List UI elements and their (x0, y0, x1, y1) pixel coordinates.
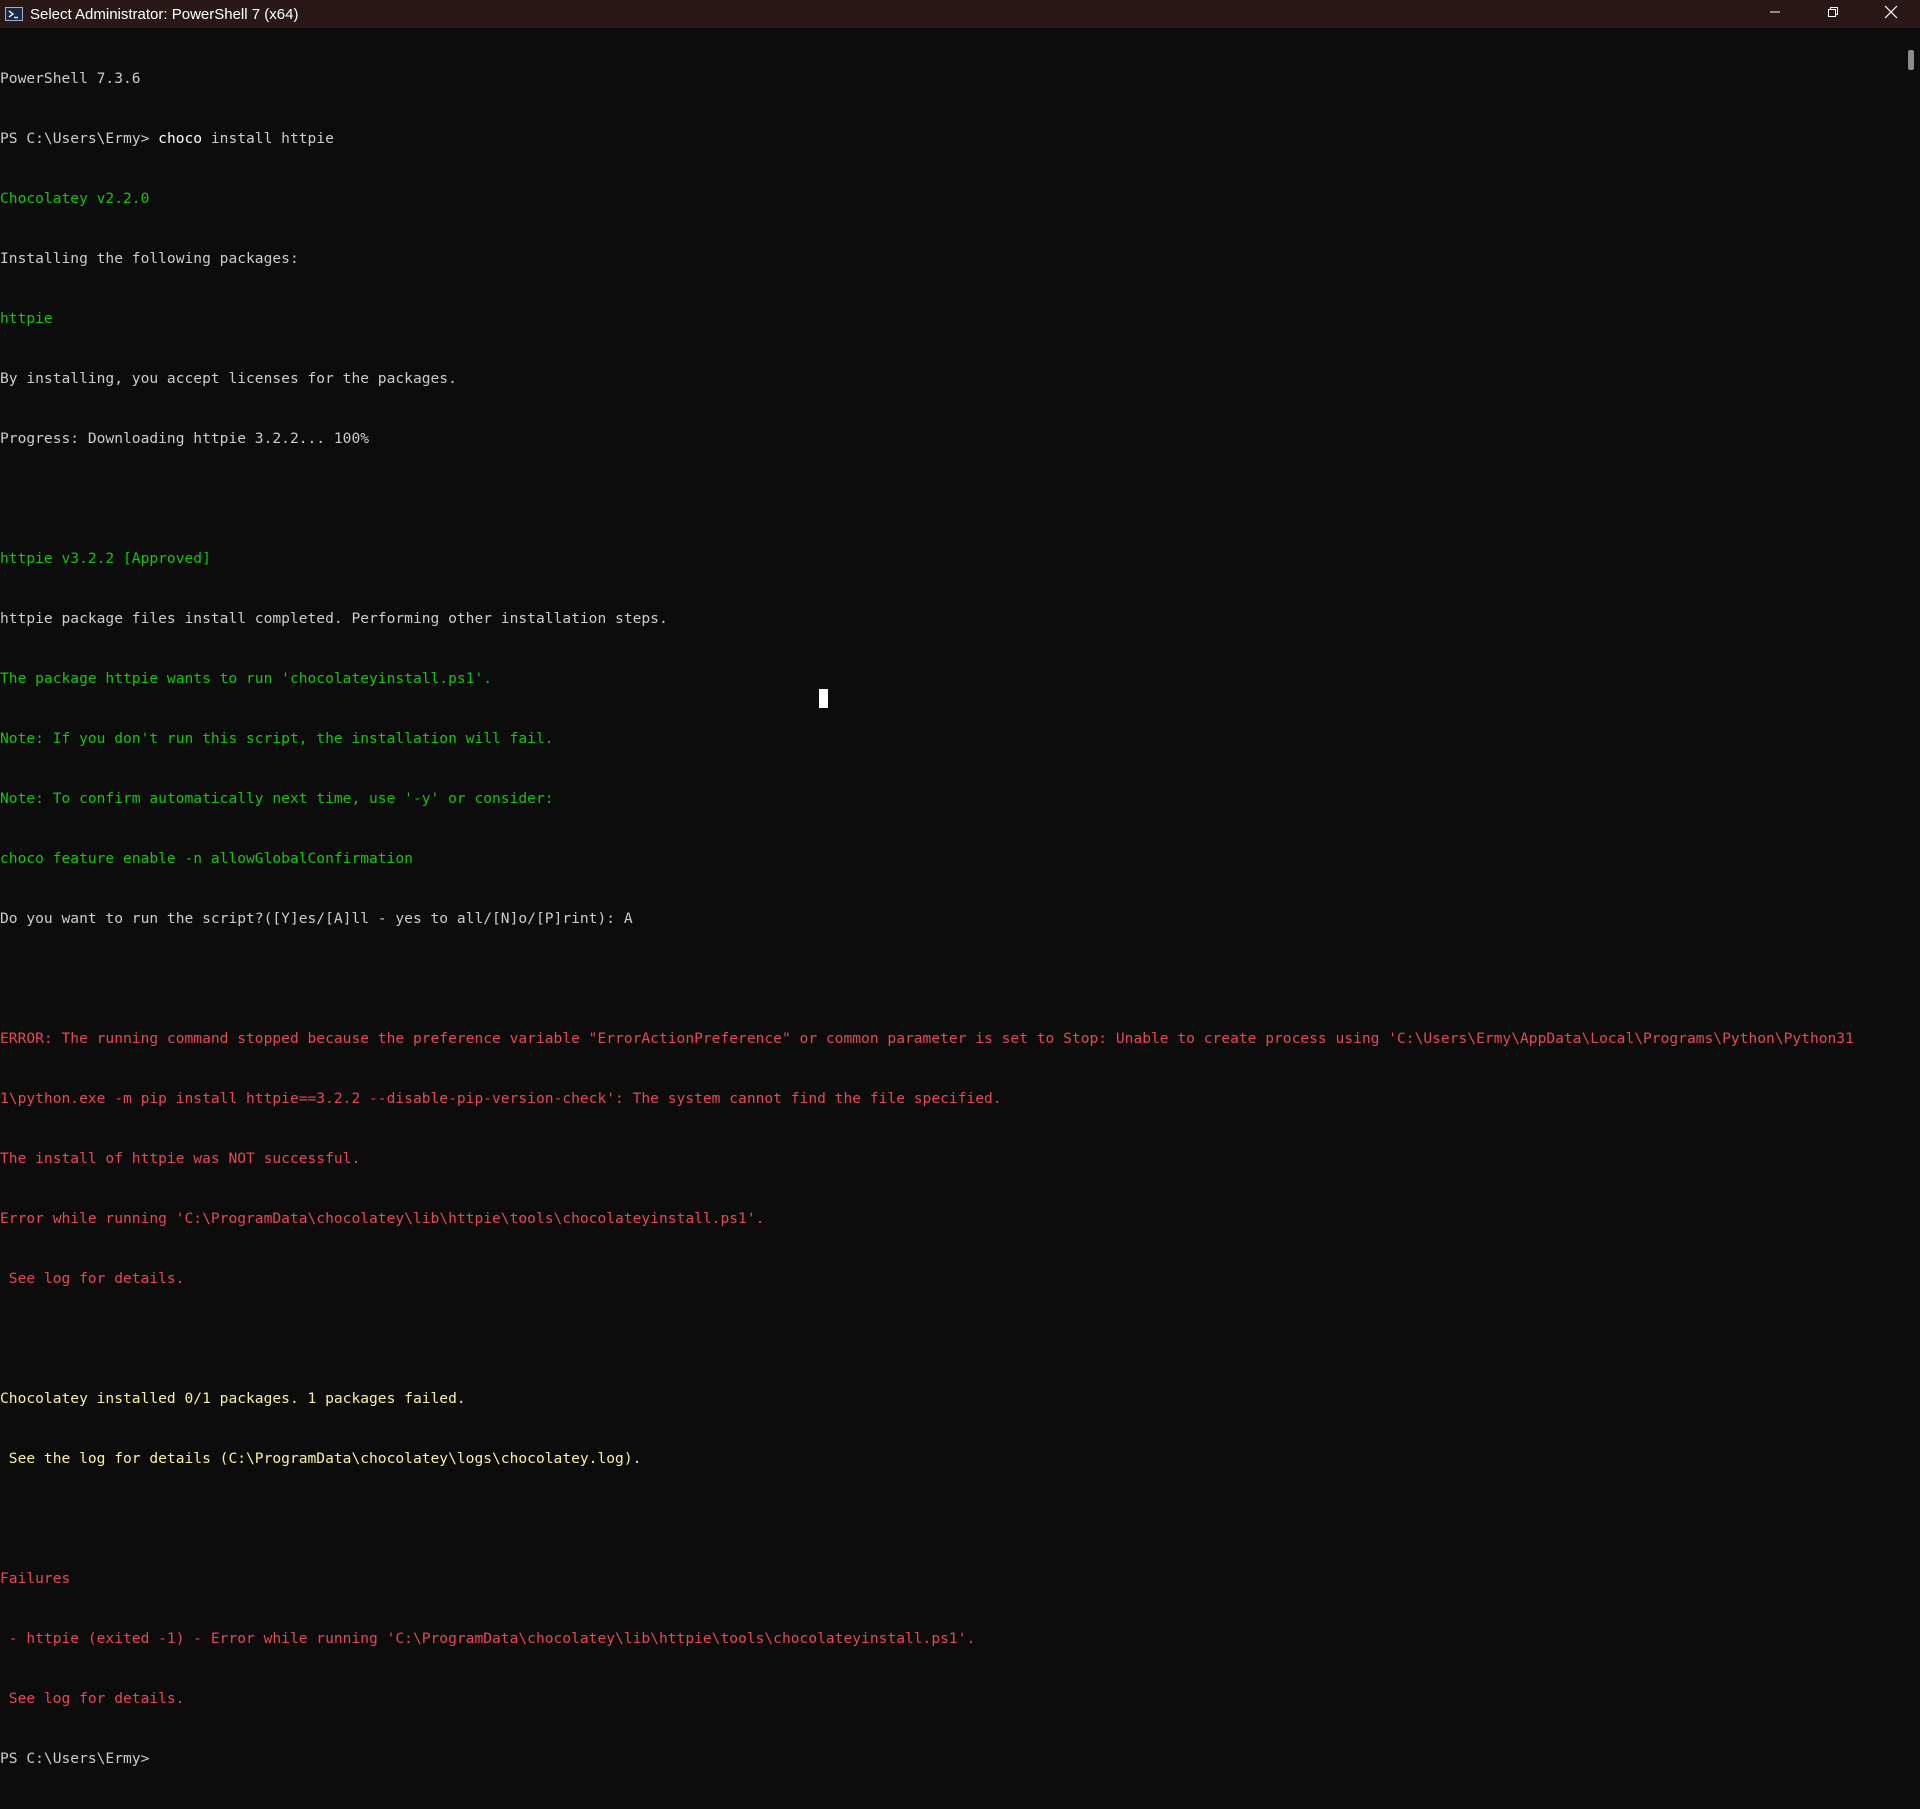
error-line: Failures (0, 1570, 71, 1587)
terminal-line-command: PS C:\Users\Ermy> choco install httpie (0, 129, 1900, 149)
minimize-button[interactable] (1746, 0, 1804, 28)
command-args: install httpie (202, 130, 334, 147)
error-line: ERROR: The running command stopped becau… (0, 1030, 1854, 1047)
command-keyword: choco (158, 130, 203, 147)
error-line: The install of httpie was NOT successful… (0, 1150, 361, 1167)
window-title: Select Administrator: PowerShell 7 (x64) (30, 5, 299, 23)
maximize-button[interactable] (1804, 0, 1862, 28)
terminal-line: Do you want to run the script?([Y]es/[A]… (0, 910, 633, 927)
error-line: - httpie (exited -1) - Error while runni… (0, 1630, 976, 1647)
warning-line: See the log for details (C:\ProgramData\… (0, 1450, 642, 1467)
terminal-line: Note: To confirm automatically next time… (0, 790, 554, 807)
terminal-line: httpie v3.2.2 [Approved] (0, 550, 211, 567)
error-line: See log for details. (0, 1690, 185, 1707)
minimize-icon (1769, 5, 1781, 23)
powershell-icon (4, 6, 24, 22)
error-line: 1\python.exe -m pip install httpie==3.2.… (0, 1090, 1002, 1107)
text-cursor (819, 689, 828, 708)
close-button[interactable] (1862, 0, 1920, 28)
terminal-line: choco feature enable -n allowGlobalConfi… (0, 850, 413, 867)
error-line: See log for details. (0, 1270, 185, 1287)
error-line: Error while running 'C:\ProgramData\choc… (0, 1210, 765, 1227)
terminal-line: By installing, you accept licenses for t… (0, 370, 457, 387)
window-controls (1746, 0, 1920, 28)
current-prompt[interactable]: PS C:\Users\Ermy> (0, 1749, 1900, 1769)
terminal-line: Installing the following packages: (0, 250, 299, 267)
terminal-line: Progress: Downloading httpie 3.2.2... 10… (0, 430, 370, 447)
powershell-window: Select Administrator: PowerShell 7 (x64) (0, 0, 1920, 1767)
terminal-line: Chocolatey v2.2.0 (0, 190, 150, 207)
terminal-output[interactable]: PowerShell 7.3.6 PS C:\Users\Ermy> choco… (0, 29, 1900, 1767)
restore-icon (1827, 5, 1839, 23)
close-icon (1884, 5, 1898, 24)
terminal-line: Note: If you don't run this script, the … (0, 730, 554, 747)
prompt-text: PS C:\Users\Ermy> (0, 130, 159, 147)
warning-line: Chocolatey installed 0/1 packages. 1 pac… (0, 1390, 466, 1407)
terminal-line: httpie (0, 310, 53, 327)
terminal-line: The package httpie wants to run 'chocola… (0, 670, 493, 687)
scrollbar-thumb[interactable] (1908, 50, 1914, 70)
title-bar[interactable]: Select Administrator: PowerShell 7 (x64) (0, 0, 1920, 28)
terminal-line: httpie package files install completed. … (0, 610, 668, 627)
terminal-line: PowerShell 7.3.6 (0, 70, 141, 87)
